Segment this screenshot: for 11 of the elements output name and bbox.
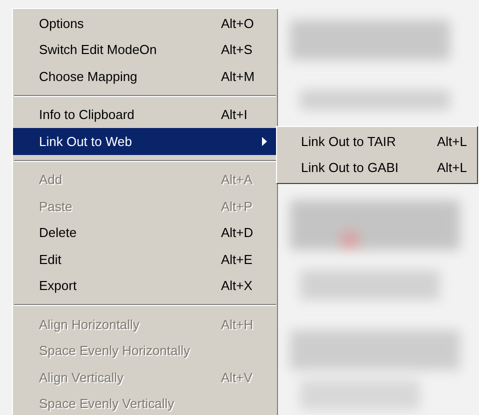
menu-item[interactable]: Choose Mapping Alt+M [13,63,277,90]
menu-item[interactable]: Options Alt+O [13,10,277,36]
menu-item[interactable]: Delete Alt+D [13,220,277,246]
menu-item[interactable]: Switch Edit ModeOn Alt+S [13,36,277,63]
menu-item[interactable]: Link Out to Web [13,128,277,154]
menu-item[interactable]: Link Out to GABI Alt+L [277,155,477,181]
submenu-arrow-icon [262,136,267,146]
menu-item[interactable]: Info to Clipboard Alt+I [13,102,277,128]
menu-item[interactable]: Export Alt+X [13,272,277,299]
menu-item[interactable]: Link Out to TAIR Alt+L [277,129,477,155]
menu-item[interactable]: Edit Alt+E [13,246,277,272]
